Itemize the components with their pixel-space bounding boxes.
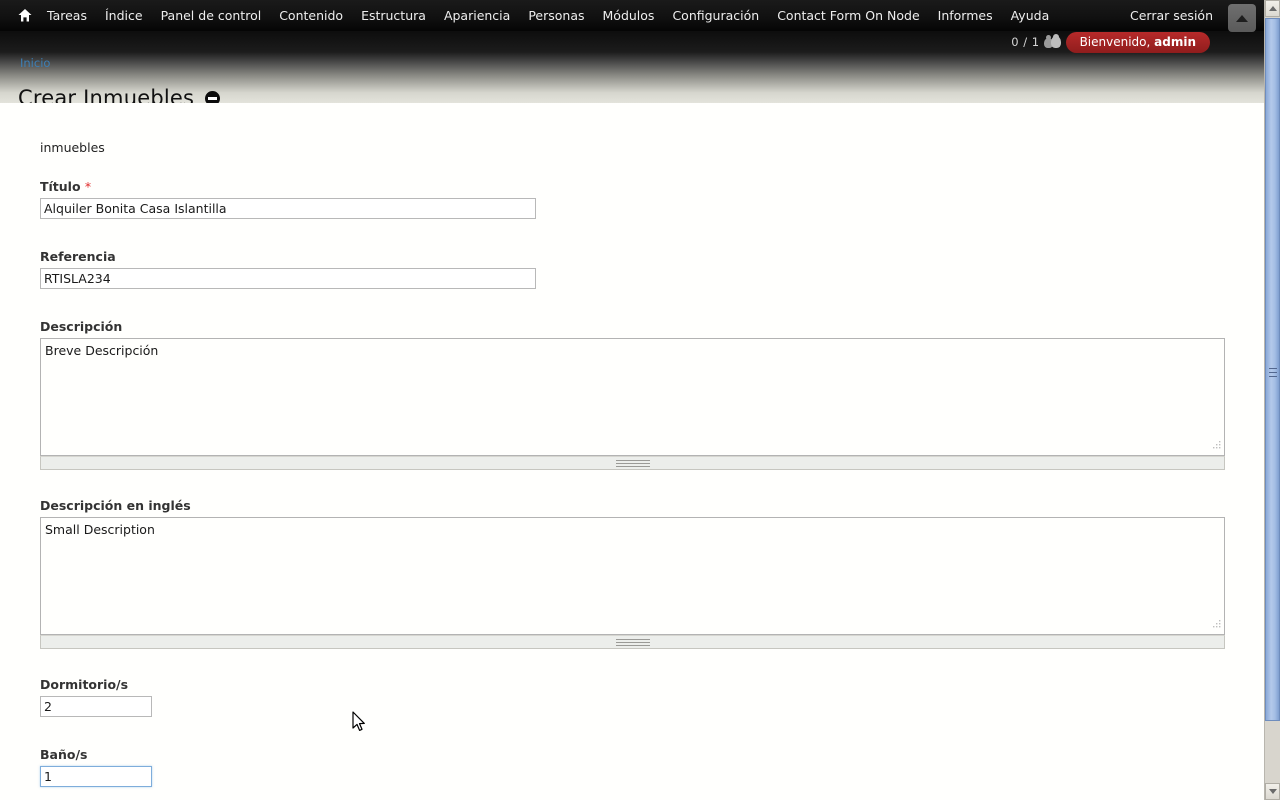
input-titulo[interactable] [40, 198, 536, 219]
label-banos: Baño/s [40, 747, 88, 762]
textarea-grippie-descripcion[interactable] [40, 456, 1225, 470]
toolbar-item-panel-de-control[interactable]: Panel de control [152, 0, 271, 31]
input-referencia[interactable] [40, 268, 536, 289]
grip-lines-icon [615, 458, 650, 469]
scrollbar-thumb[interactable] [1265, 18, 1280, 721]
toolbar-item-modulos[interactable]: Módulos [594, 0, 664, 31]
label-titulo-text: Título [40, 179, 81, 194]
toolbar-item-estructura[interactable]: Estructura [352, 0, 435, 31]
label-descripcion: Descripción [40, 319, 123, 334]
page-header: Inicio Crear Inmuebles [0, 52, 1264, 110]
toolbar-user-area: 0 / 1 Bienvenido, admin [1011, 31, 1210, 53]
triangle-up-icon [1268, 6, 1277, 11]
welcome-badge[interactable]: Bienvenido, admin [1065, 32, 1210, 53]
textarea-wrap-descripcion-ingles [40, 517, 1225, 635]
page-scrollbar[interactable] [1264, 0, 1280, 800]
field-group-descripcion-ingles: Descripción en inglés [40, 498, 1225, 649]
textarea-wrap-descripcion [40, 338, 1225, 456]
toolbar-item-ayuda[interactable]: Ayuda [1002, 0, 1059, 31]
triangle-down-icon [1268, 789, 1277, 794]
toolbar-item-contenido[interactable]: Contenido [270, 0, 352, 31]
field-group-referencia: Referencia [40, 249, 536, 289]
textarea-grippie-descripcion-ingles[interactable] [40, 635, 1225, 649]
toolbar-right-group: Cerrar sesión [1121, 0, 1222, 31]
label-titulo: Título * [40, 179, 536, 194]
grip-lines-icon [1269, 365, 1277, 380]
textarea-descripcion-ingles[interactable] [40, 517, 1225, 635]
label-referencia: Referencia [40, 249, 116, 264]
toolbar-item-indice[interactable]: Índice [96, 0, 152, 31]
breadcrumb-inicio[interactable]: Inicio [20, 56, 50, 70]
label-dormitorios: Dormitorio/s [40, 677, 129, 692]
textarea-descripcion[interactable] [40, 338, 1225, 456]
field-group-titulo: Título * [40, 179, 536, 219]
field-group-dormitorios: Dormitorio/s [40, 677, 152, 717]
scrollbar-down-button[interactable] [1265, 783, 1280, 800]
toolbar-collapse-button[interactable] [1228, 4, 1256, 32]
welcome-prefix: Bienvenido, [1079, 35, 1155, 49]
toolbar-item-configuracion[interactable]: Configuración [663, 0, 768, 31]
user-count: 0 / 1 [1011, 34, 1040, 49]
triangle-up-icon [1236, 14, 1248, 22]
field-group-banos: Baño/s [40, 747, 152, 787]
label-descripcion-ingles: Descripción en inglés [40, 498, 191, 513]
scrollbar-track[interactable] [1265, 723, 1280, 783]
content-area: inmuebles Título * Referencia Descripció… [0, 103, 1264, 800]
toolbar-item-apariencia[interactable]: Apariencia [435, 0, 519, 31]
grip-lines-icon [615, 637, 650, 648]
toolbar-item-informes[interactable]: Informes [929, 0, 1002, 31]
toolbar-secondary-bar: 0 / 1 Bienvenido, admin [0, 31, 1280, 53]
field-group-descripcion: Descripción [40, 319, 1225, 470]
input-dormitorios[interactable] [40, 696, 152, 717]
input-banos[interactable] [40, 766, 152, 787]
toolbar-item-contact-form-on-node[interactable]: Contact Form On Node [768, 0, 928, 31]
admin-toolbar: Tareas Índice Panel de control Contenido… [0, 0, 1280, 53]
content-type-label: inmuebles [40, 140, 105, 155]
toolbar-item-personas[interactable]: Personas [519, 0, 593, 31]
toolbar-item-tareas[interactable]: Tareas [38, 0, 96, 31]
home-icon[interactable] [12, 0, 38, 31]
people-icon [1043, 33, 1062, 49]
welcome-username: admin [1154, 35, 1196, 49]
toolbar-menu-bar: Tareas Índice Panel de control Contenido… [0, 0, 1280, 31]
required-marker: * [84, 179, 92, 194]
logout-link[interactable]: Cerrar sesión [1121, 0, 1222, 31]
scrollbar-up-button[interactable] [1265, 0, 1280, 17]
